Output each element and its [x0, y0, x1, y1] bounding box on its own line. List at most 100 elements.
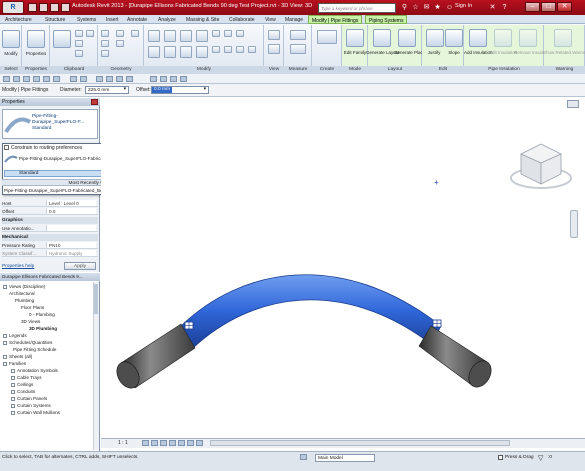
generate-layout-icon[interactable] — [373, 29, 391, 47]
pin-icon[interactable] — [236, 46, 244, 53]
generate-placeholder-icon[interactable] — [398, 29, 416, 47]
diameter-select[interactable]: 225.0 mm ▾ — [85, 86, 129, 94]
expand-icon[interactable] — [11, 403, 15, 408]
align-icon[interactable] — [148, 30, 160, 42]
properties-tool-icon[interactable] — [27, 30, 45, 48]
match-type-icon[interactable] — [75, 50, 83, 57]
expand-icon[interactable] — [3, 340, 7, 345]
use-annotation-checkbox[interactable] — [46, 225, 96, 231]
slope-button[interactable]: Slope — [444, 50, 464, 55]
tree-node-ceilings[interactable]: Ceilings — [3, 381, 93, 388]
expand-icon[interactable] — [3, 354, 7, 359]
worksets-icon[interactable] — [300, 454, 307, 460]
temporary-hide-icon[interactable] — [196, 440, 203, 446]
tab-manage[interactable]: Manage — [282, 15, 306, 24]
shadows-icon[interactable] — [169, 440, 176, 446]
exchange-icon[interactable]: ✕ — [488, 3, 497, 12]
subscription-icon[interactable]: ☆ — [411, 3, 420, 12]
constrain-checkbox[interactable] — [4, 145, 9, 150]
hide-icon[interactable] — [268, 30, 280, 40]
add-insulation-button[interactable]: Add Insulation — [464, 50, 493, 55]
undo-icon[interactable] — [50, 3, 59, 12]
select-face-icon[interactable] — [43, 76, 50, 82]
select-pinned-icon[interactable] — [33, 76, 40, 82]
show-crop-icon[interactable] — [187, 440, 194, 446]
open-icon[interactable] — [28, 3, 37, 12]
property-value[interactable]: Level : Level 0 — [46, 200, 96, 206]
justify-icon[interactable] — [426, 29, 444, 47]
mirror-axis-icon[interactable] — [180, 30, 192, 42]
delete-icon[interactable] — [248, 46, 256, 53]
slope-icon[interactable] — [445, 29, 463, 47]
sign-in-link[interactable]: Sign In — [455, 3, 472, 9]
show-warnings-icon[interactable] — [554, 29, 572, 47]
edit-insulation-button[interactable]: Edit Insulation — [489, 50, 517, 55]
customize-qat-icon[interactable] — [180, 76, 187, 82]
tree-node-conduits[interactable]: Conduits — [3, 388, 93, 395]
tree-node-curtain-wall-mullions[interactable]: Curtain Wall Mullions — [3, 409, 93, 416]
select-underlay-icon[interactable] — [23, 76, 30, 82]
tab-systems[interactable]: Systems — [74, 15, 99, 24]
mirror-draw-icon[interactable] — [196, 30, 208, 42]
move-icon[interactable] — [148, 46, 160, 58]
justify-button[interactable]: Justify — [424, 50, 444, 55]
favorites-icon[interactable]: ★ — [433, 3, 442, 12]
remove-insulation-icon[interactable] — [519, 29, 537, 47]
filter-icon[interactable]: ▽ — [538, 454, 546, 462]
remove-insulation-button[interactable]: Remove Insulation — [514, 50, 551, 55]
edit-insulation-icon[interactable] — [494, 29, 512, 47]
tab-annotate[interactable]: Annotate — [124, 15, 150, 24]
tree-node-3d-plumbing[interactable]: 3D Plumbing — [3, 325, 93, 332]
modify-tool-icon[interactable] — [2, 30, 20, 48]
tree-node-architectural[interactable]: Architectural — [3, 290, 93, 297]
press-drag-label[interactable]: Press & Drag — [505, 455, 534, 460]
press-drag-checkbox[interactable] — [498, 455, 503, 460]
close-windows-icon[interactable] — [150, 76, 157, 82]
view-scale[interactable]: 1 : 1 — [118, 440, 128, 446]
browser-scroll-thumb[interactable] — [94, 284, 98, 314]
tab-modify-pipe-fittings[interactable]: Modify | Pipe Fittings — [308, 15, 363, 24]
scale-icon[interactable] — [224, 46, 232, 53]
trim-icon[interactable] — [224, 30, 232, 37]
model-selector[interactable]: Main Model — [315, 454, 375, 462]
split-icon[interactable] — [212, 30, 220, 37]
save-icon[interactable] — [39, 3, 48, 12]
tab-analyze[interactable]: Analyze — [155, 15, 179, 24]
revit-logo-icon[interactable]: R — [2, 1, 24, 14]
workset-icon[interactable] — [70, 76, 77, 82]
wall-join-icon[interactable] — [116, 30, 124, 37]
expand-icon[interactable] — [11, 382, 15, 387]
tree-node-schedules[interactable]: Schedules/Quantities — [3, 339, 93, 346]
tree-node-sheets[interactable]: Sheets (all) — [3, 353, 93, 360]
edit-family-icon[interactable] — [346, 29, 364, 47]
tree-node-pipe-fitting-schedule[interactable]: Pipe Fitting Schedule — [3, 346, 93, 353]
cut-geometry-icon[interactable] — [101, 40, 109, 47]
split-face-icon[interactable] — [116, 40, 124, 47]
navigation-bar[interactable] — [570, 210, 578, 238]
generate-placeholder-button[interactable]: Generate Placeholder — [394, 50, 438, 55]
expand-icon[interactable] — [3, 333, 7, 338]
tab-architecture[interactable]: Architecture — [2, 15, 35, 24]
design-options-icon[interactable] — [80, 76, 87, 82]
tree-node-annotation-symbols[interactable]: Annotation Symbols — [3, 367, 93, 374]
measure-icon[interactable] — [290, 30, 306, 40]
bend-body[interactable] — [180, 274, 442, 349]
property-value[interactable]: PN10 — [46, 242, 96, 248]
modify-label[interactable]: Modify — [1, 51, 21, 56]
expand-icon[interactable] — [3, 284, 7, 289]
tile-windows-icon[interactable] — [170, 76, 177, 82]
graphics-section-header[interactable]: Graphics — [2, 217, 98, 224]
visual-style-icon[interactable] — [151, 440, 158, 446]
search-input[interactable]: Type a keyword or phrase — [318, 3, 396, 13]
expand-icon[interactable] — [3, 361, 7, 366]
detail-level-icon[interactable] — [142, 440, 149, 446]
paste-icon[interactable] — [53, 30, 71, 48]
override-graphics-icon[interactable] — [268, 44, 280, 54]
tab-view[interactable]: View — [262, 15, 279, 24]
expand-icon[interactable] — [11, 375, 15, 380]
add-insulation-icon[interactable] — [469, 29, 487, 47]
offset-input[interactable]: 0.0 mm ▾ — [151, 86, 209, 94]
apply-button[interactable]: Apply — [64, 262, 96, 270]
array-icon[interactable] — [212, 46, 220, 53]
expand-icon[interactable] — [11, 396, 15, 401]
